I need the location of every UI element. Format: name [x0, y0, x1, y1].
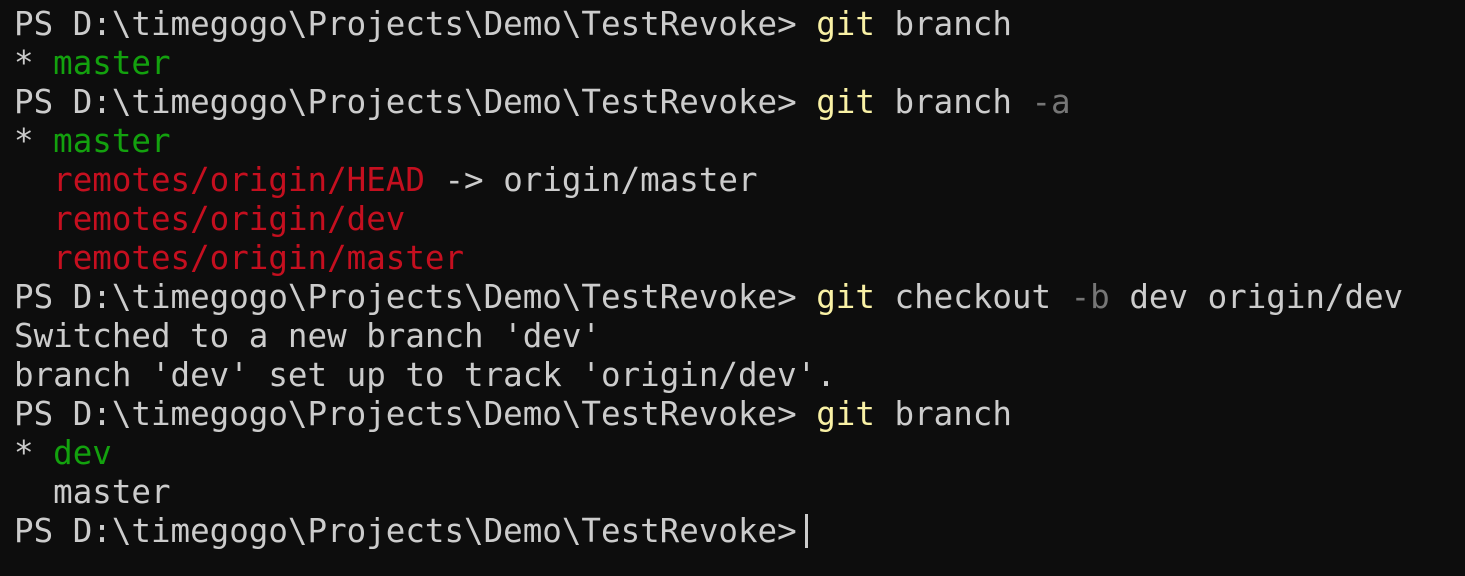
remote-branch-name: remotes/origin/master [53, 239, 465, 277]
command-name: git [816, 278, 875, 316]
shell-prompt: PS D:\timegogo\Projects\Demo\TestRevoke> [14, 5, 817, 43]
terminal-line: Switched to a new branch 'dev' [14, 317, 1465, 356]
terminal-line: * dev [14, 434, 1465, 473]
text-cursor [804, 514, 808, 548]
terminal-line: master [14, 473, 1465, 512]
terminal-text: branch [874, 83, 1032, 121]
terminal-text: * [14, 122, 54, 160]
terminal-line: PS D:\timegogo\Projects\Demo\TestRevoke>… [14, 83, 1465, 122]
shell-prompt: PS D:\timegogo\Projects\Demo\TestRevoke> [14, 512, 797, 550]
command-name: git [816, 83, 875, 121]
remote-branch-name: remotes/origin/HEAD [53, 161, 425, 199]
terminal-text: * [14, 434, 54, 472]
terminal-text: branch 'dev' set up to track 'origin/dev… [14, 356, 836, 394]
current-branch-name: dev [53, 434, 112, 472]
terminal-line: PS D:\timegogo\Projects\Demo\TestRevoke>… [14, 395, 1465, 434]
command-flag: -a [1031, 83, 1071, 121]
terminal-line: * master [14, 122, 1465, 161]
terminal-line: * master [14, 44, 1465, 83]
terminal-text: * [14, 44, 54, 82]
terminal-line: remotes/origin/master [14, 239, 1465, 278]
terminal-line: remotes/origin/dev [14, 200, 1465, 239]
terminal-text: branch [874, 395, 1012, 433]
terminal-text: checkout [874, 278, 1071, 316]
terminal-text: -> origin/master [424, 161, 758, 199]
terminal-line: PS D:\timegogo\Projects\Demo\TestRevoke>… [14, 278, 1465, 317]
command-name: git [816, 5, 875, 43]
current-branch-name: master [53, 122, 171, 160]
terminal-text: master [14, 473, 171, 511]
terminal-line: branch 'dev' set up to track 'origin/dev… [14, 356, 1465, 395]
shell-prompt: PS D:\timegogo\Projects\Demo\TestRevoke> [14, 83, 817, 121]
command-name: git [816, 395, 875, 433]
shell-prompt: PS D:\timegogo\Projects\Demo\TestRevoke> [14, 278, 817, 316]
terminal-window[interactable]: PS D:\timegogo\Projects\Demo\TestRevoke>… [0, 0, 1465, 576]
terminal-line: PS D:\timegogo\Projects\Demo\TestRevoke>… [14, 5, 1465, 44]
terminal-line: PS D:\timegogo\Projects\Demo\TestRevoke> [14, 512, 1465, 551]
remote-branch-name: remotes/origin/dev [53, 200, 406, 238]
terminal-line: remotes/origin/HEAD -> origin/master [14, 161, 1465, 200]
terminal-text: Switched to a new branch 'dev' [14, 317, 601, 355]
command-flag: -b [1070, 278, 1110, 316]
current-branch-name: master [53, 44, 171, 82]
terminal-text: dev origin/dev [1109, 278, 1404, 316]
terminal-screen[interactable]: PS D:\timegogo\Projects\Demo\TestRevoke>… [14, 5, 1465, 551]
terminal-text: branch [874, 5, 1012, 43]
shell-prompt: PS D:\timegogo\Projects\Demo\TestRevoke> [14, 395, 817, 433]
